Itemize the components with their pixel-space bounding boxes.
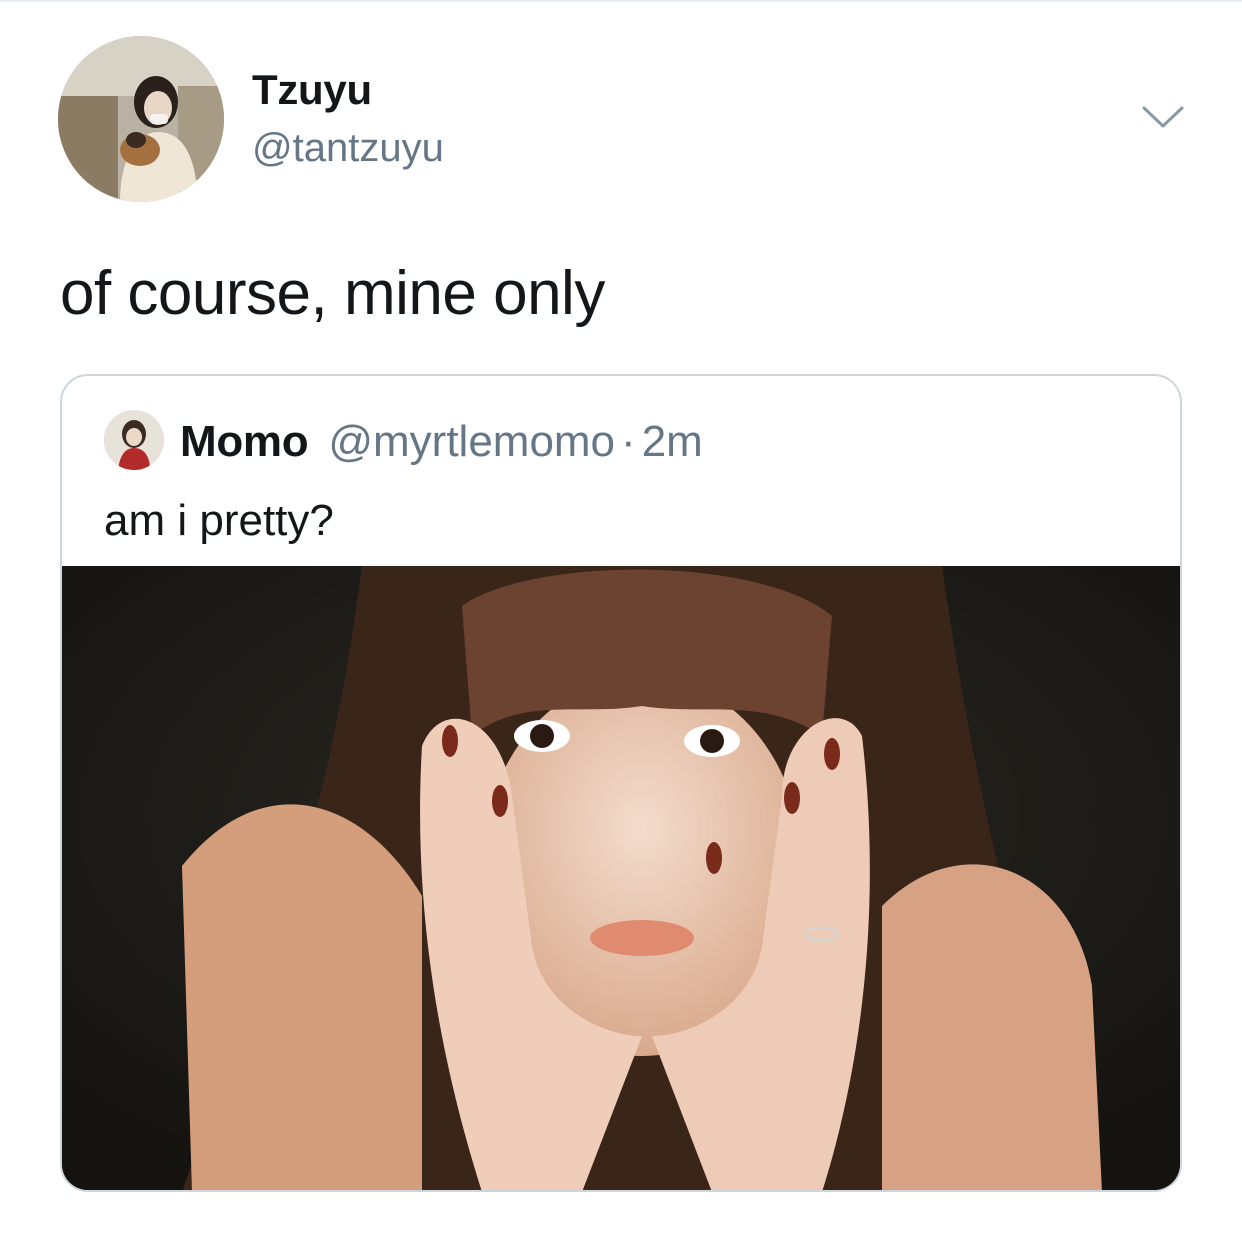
author-avatar[interactable] [58,36,224,202]
author-display-name[interactable]: Tzuyu [252,66,372,114]
tweet-text: of course, mine only [60,259,605,328]
tweet: Tzuyu @tantzuyu of course, mine only Mom… [0,0,1242,1234]
portrait-photo [62,566,1180,1190]
chevron-down-icon[interactable] [1140,100,1186,134]
quoted-timestamp: 2m [641,417,703,466]
quoted-tweet-text: am i pretty? [104,496,334,545]
quoted-tweet-card[interactable]: Momo @myrtlemomo · 2m am i pretty? [60,374,1182,1192]
quoted-tweet-header: Momo @myrtlemomo · 2m [180,416,703,468]
quoted-separator: · [621,417,636,466]
author-avatar-image [58,36,224,202]
quoted-author-display-name: Momo [180,417,309,466]
quoted-author-handle: @myrtlemomo [328,417,616,466]
quoted-tweet-photo[interactable] [62,566,1180,1190]
quoted-author-avatar [104,410,164,470]
author-handle[interactable]: @tantzuyu [252,126,444,171]
